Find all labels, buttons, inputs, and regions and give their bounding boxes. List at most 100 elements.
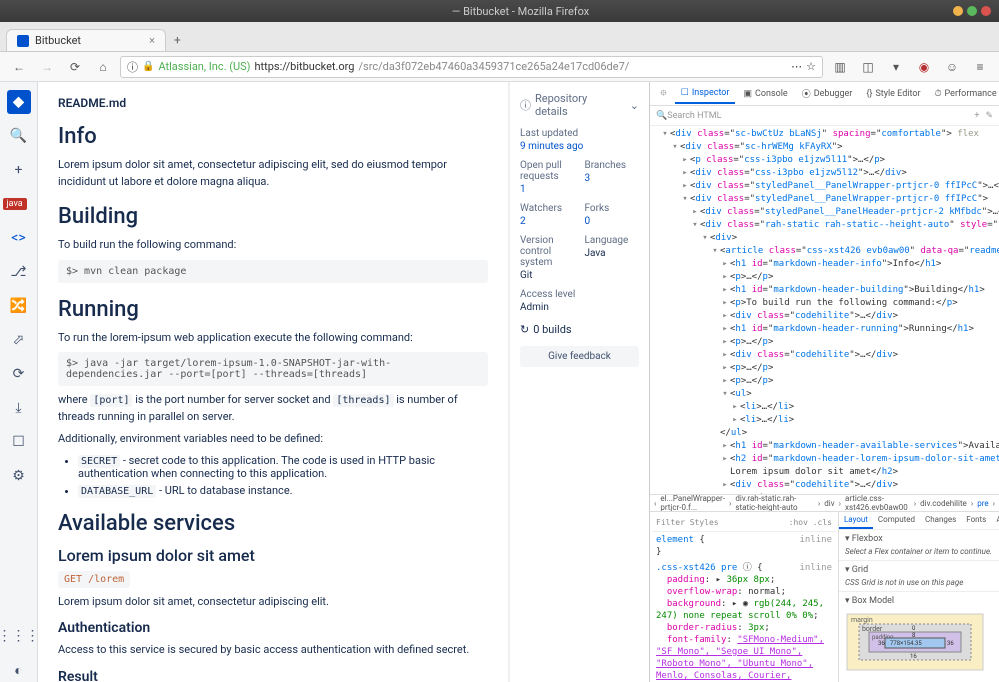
tab-style-editor[interactable]: {} Style Editor [860, 85, 926, 103]
tab-inspector[interactable]: ☐ Inspector [675, 84, 736, 104]
list-item: DATABASE_URL - URL to database instance. [78, 484, 488, 497]
dom-search[interactable]: 🔍 Search HTML+✎ [650, 106, 999, 126]
threads-code: [threads] [333, 394, 393, 407]
forward-button[interactable]: → [36, 56, 58, 78]
window-titlebar: — Bitbucket - Mozilla Firefox [0, 0, 999, 22]
run-instruction: To run the lorem-ipsum web application e… [58, 330, 488, 347]
boards-icon[interactable]: ☐ [7, 430, 31, 454]
layout-panel: Layout Computed Changes Fonts Animat ▾ F… [839, 512, 999, 682]
url-field[interactable]: ⓘ 🔒 Atlassian, Inc. (US) https://bitbuck… [120, 56, 823, 78]
svg-text:778×154.35: 778×154.35 [890, 640, 922, 647]
dom-breadcrumb[interactable]: ‹ el...PanelWrapper-prtjcr-0.f...› div.r… [650, 494, 999, 512]
ssl-org: Atlassian, Inc. (US) [158, 60, 250, 73]
heading-lorem: Lorem ipsum dolor sit amet [58, 546, 488, 565]
auth-paragraph: Access to this service is secured by bas… [58, 642, 488, 659]
layout-tab-fonts[interactable]: Fonts [961, 512, 991, 529]
heading-services: Available services [58, 511, 488, 536]
repo-details-panel: ⓘ Repository details ⌄ Last updated 9 mi… [509, 82, 649, 682]
shield-icon[interactable]: ◉ [913, 56, 935, 78]
feedback-button[interactable]: Give feedback [520, 346, 639, 367]
readme-panel: README.md Info Lorem ipsum dolor sit ame… [38, 82, 509, 682]
heading-info: Info [58, 124, 488, 149]
pull-requests-icon[interactable]: ⬀ [7, 328, 31, 352]
branches-icon[interactable]: 🔀 [7, 294, 31, 318]
tab-close-icon[interactable]: × [149, 34, 155, 47]
lorem-desc: Lorem ipsum dolor sit amet, consectetur … [58, 594, 488, 611]
endpoint-badge: GET /lorem [58, 571, 130, 588]
heading-running: Running [58, 297, 488, 322]
minimize-icon[interactable] [953, 6, 963, 16]
svg-text:margin: margin [851, 616, 873, 624]
tab-console[interactable]: ▣ Console [737, 85, 793, 103]
browser-tabs: Bitbucket × + [0, 22, 999, 52]
back-button[interactable]: ← [8, 56, 30, 78]
port-code: [port] [90, 394, 132, 407]
layout-tab-anim[interactable]: Animat [991, 512, 999, 529]
help-icon[interactable]: ◐ [7, 658, 31, 682]
window-controls [953, 6, 991, 16]
reader-icon[interactable]: ☆ [806, 60, 816, 73]
sidebar-icon[interactable]: ◫ [857, 56, 879, 78]
close-icon[interactable] [981, 6, 991, 16]
info-icon: ⓘ [520, 97, 531, 113]
layout-tab-changes[interactable]: Changes [920, 512, 961, 529]
build-instruction: To build run the following command: [58, 237, 488, 254]
url-path: /src/da3f072eb47460a3459371ce265a24e17cd… [358, 60, 629, 73]
svg-text:16: 16 [910, 653, 917, 660]
box-model-diagram[interactable]: margin border padding 778×154.35 0 36 36… [845, 612, 985, 682]
styles-panel[interactable]: Filter Styles:hov .cls element {inline} … [650, 512, 839, 682]
file-name: README.md [58, 96, 488, 110]
builds-row[interactable]: ↻ 0 builds [520, 323, 639, 336]
reload-button[interactable]: ⟳ [64, 56, 86, 78]
layout-tab-computed[interactable]: Computed [873, 512, 920, 529]
run-code-block: $> java -jar target/lorem-ipsum-1.0-SNAP… [58, 352, 488, 386]
picker-icon[interactable]: ⯐ [654, 82, 673, 106]
last-updated-value[interactable]: 9 minutes ago [520, 141, 639, 152]
repo-details-header[interactable]: ⓘ Repository details ⌄ [520, 92, 639, 118]
svg-text:36: 36 [878, 640, 885, 647]
source-icon[interactable]: <> [7, 226, 31, 250]
eyedropper-icon[interactable]: ✎ [985, 111, 993, 121]
last-updated-label: Last updated [520, 128, 639, 139]
info-icon[interactable]: ⓘ [127, 59, 138, 75]
menu-icon[interactable]: ≡ [969, 56, 991, 78]
env-paragraph: Additionally, environment variables need… [58, 431, 488, 448]
builds-icon: ↻ [520, 323, 529, 336]
window-title: — Bitbucket - Mozilla Firefox [88, 5, 953, 18]
env-list: SECRET - secret code to this application… [58, 454, 488, 497]
info-paragraph: Lorem ipsum dolor sit amet, consectetur … [58, 157, 488, 190]
new-tab-button[interactable]: + [166, 29, 189, 51]
java-lang-icon[interactable]: java [7, 192, 31, 216]
tab-performance[interactable]: ⏱ Performance [929, 85, 999, 103]
account-icon[interactable]: ☺ [941, 56, 963, 78]
downloads-icon[interactable]: ⤓ [7, 396, 31, 420]
commits-icon[interactable]: ⎇ [7, 260, 31, 284]
tab-debugger[interactable]: ⦿ Debugger [796, 83, 859, 104]
maximize-icon[interactable] [967, 6, 977, 16]
devtools-panel: ⯐ ☐ Inspector ▣ Console ⦿ Debugger {} St… [649, 82, 999, 682]
where-paragraph: where [port] is the port number for serv… [58, 392, 488, 425]
dom-tree[interactable]: ▾<div class="sc-bwCtUz bLaNSj" spacing="… [650, 126, 999, 494]
add-node-icon[interactable]: + [974, 111, 979, 121]
heading-auth: Authentication [58, 620, 488, 636]
chevron-down-icon[interactable]: ⌄ [630, 99, 639, 112]
pocket-icon[interactable]: ▾ [885, 56, 907, 78]
url-host: https://bitbucket.org [255, 60, 355, 73]
library-icon[interactable]: ▥ [829, 56, 851, 78]
bitbucket-favicon-icon [17, 35, 29, 47]
layout-tab-layout[interactable]: Layout [839, 512, 873, 529]
search-icon[interactable]: 🔍 [7, 124, 31, 148]
settings-icon[interactable]: ⚙ [7, 464, 31, 488]
add-icon[interactable]: + [7, 158, 31, 182]
heading-result: Result [58, 669, 488, 682]
apps-icon[interactable]: ⋮⋮⋮ [7, 624, 31, 648]
devtools-tabs: ⯐ ☐ Inspector ▣ Console ⦿ Debugger {} St… [650, 82, 999, 106]
list-item: SECRET - secret code to this application… [78, 454, 488, 480]
pipelines-icon[interactable]: ⟳ [7, 362, 31, 386]
bitbucket-logo-icon[interactable]: ◆ [7, 90, 31, 114]
tab-bitbucket[interactable]: Bitbucket × [6, 29, 166, 51]
home-button[interactable]: ⌂ [92, 56, 114, 78]
heading-building: Building [58, 204, 488, 229]
more-icon[interactable]: ⋯ [791, 60, 802, 73]
address-bar: ← → ⟳ ⌂ ⓘ 🔒 Atlassian, Inc. (US) https:/… [0, 52, 999, 82]
